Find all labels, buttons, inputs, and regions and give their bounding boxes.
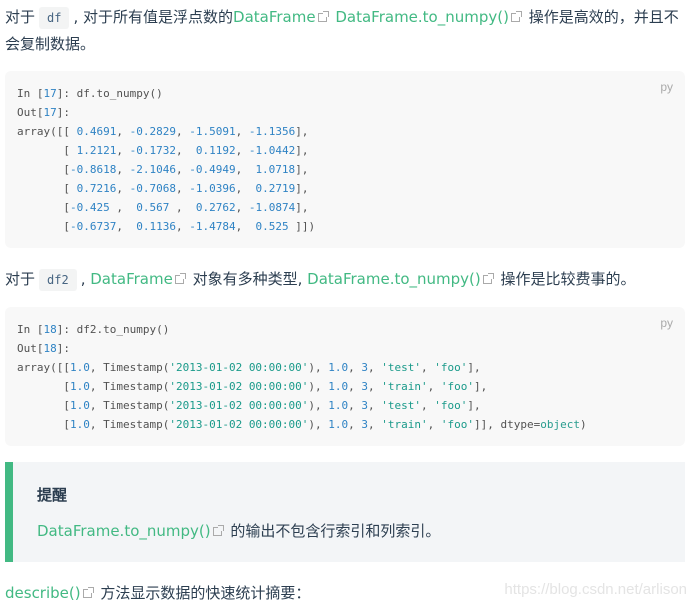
array-value: -0.1732 bbox=[129, 144, 176, 157]
array-value: -1.4784 bbox=[189, 220, 236, 233]
para2-mid2: 对象有多种类型, bbox=[192, 270, 308, 288]
link-dataframe[interactable]: DataFrame bbox=[90, 270, 173, 288]
external-link-icon bbox=[212, 525, 224, 536]
array-row: [1.0, Timestamp('2013-01-02 00:00:00'), … bbox=[17, 418, 587, 431]
external-link-icon bbox=[482, 273, 494, 284]
tip-text: 的输出不包含行索引和列索引。 bbox=[230, 522, 441, 540]
array-row: array([[ 0.4691, -0.2829, -1.5091, -1.13… bbox=[17, 125, 309, 138]
array-value: -0.2829 bbox=[129, 125, 176, 138]
external-link-icon bbox=[82, 587, 94, 598]
array-value: 0.2762 bbox=[195, 201, 236, 214]
array-value: -0.6737 bbox=[69, 220, 117, 233]
external-link-icon bbox=[510, 11, 522, 22]
array-row: array([[1.0, Timestamp('2013-01-02 00:00… bbox=[17, 361, 481, 374]
para2-suffix: 操作是比较费事的。 bbox=[500, 270, 636, 288]
array-row: [-0.6737, 0.1136, -1.4784, 0.525 ]]) bbox=[17, 220, 316, 233]
link-dataframe-to-numpy[interactable]: DataFrame.to_numpy() bbox=[335, 8, 509, 26]
external-link-icon bbox=[174, 273, 186, 284]
language-label: py bbox=[660, 80, 673, 94]
code-block-df2-to-numpy: py In [18]: df2.to_numpy() Out[18]: arra… bbox=[5, 307, 685, 446]
array-row: [-0.8618, -2.1046, -0.4949, 1.0718], bbox=[17, 163, 309, 176]
tip-body: DataFrame.to_numpy() 的输出不包含行索引和列索引。 bbox=[37, 520, 661, 542]
array-value: -2.1046 bbox=[129, 163, 176, 176]
array-output: array([[ 0.4691, -0.2829, -1.5091, -1.13… bbox=[17, 125, 315, 233]
array-value: 0.567 bbox=[136, 201, 170, 214]
para2-mid: , bbox=[80, 270, 91, 288]
array-row: [-0.425 , 0.567 , 0.2762, -1.0874], bbox=[17, 201, 309, 214]
watermark: https://blog.csdn.net/arlison bbox=[504, 581, 687, 598]
array-value: -1.1356 bbox=[248, 125, 296, 138]
array-value: 0.2719 bbox=[255, 182, 296, 195]
array-value: 1.2121 bbox=[76, 144, 117, 157]
array-row: [ 0.7216, -0.7068, -1.0396, 0.2719], bbox=[17, 182, 309, 195]
para3-text: 方法显示数据的快速统计摘要： bbox=[100, 584, 311, 602]
array-value: -1.0874 bbox=[248, 201, 296, 214]
array-value: -1.5091 bbox=[189, 125, 236, 138]
para1-prefix: 对于 bbox=[5, 8, 36, 26]
array-value: 1.0718 bbox=[255, 163, 296, 176]
array-value: 0.7216 bbox=[76, 182, 117, 195]
code-content: In [18]: df2.to_numpy() Out[18]: array([… bbox=[17, 323, 587, 431]
link-dataframe-to-numpy[interactable]: DataFrame.to_numpy() bbox=[37, 522, 211, 540]
link-dataframe-to-numpy[interactable]: DataFrame.to_numpy() bbox=[307, 270, 481, 288]
array-row: [ 1.2121, -0.1732, 0.1192, -1.0442], bbox=[17, 144, 309, 157]
external-link-icon bbox=[317, 11, 329, 22]
array-row: [1.0, Timestamp('2013-01-02 00:00:00'), … bbox=[17, 399, 481, 412]
array-value: -0.8618 bbox=[69, 163, 117, 176]
link-dataframe[interactable]: DataFrame bbox=[233, 8, 316, 26]
paragraph-df2-mixed: 对于 df2, DataFrame 对象有多种类型, DataFrame.to_n… bbox=[5, 266, 687, 293]
array-value: 0.4691 bbox=[76, 125, 117, 138]
tip-title: 提醒 bbox=[37, 486, 68, 504]
link-describe[interactable]: describe() bbox=[5, 584, 81, 602]
code-content: In [17]: df.to_numpy() Out[17]: array([[… bbox=[17, 87, 316, 233]
inline-code-df: df bbox=[39, 7, 70, 29]
array-value: -1.0396 bbox=[189, 182, 236, 195]
array-value: -1.0442 bbox=[248, 144, 296, 157]
array-row: [1.0, Timestamp('2013-01-02 00:00:00'), … bbox=[17, 380, 488, 393]
paragraph-df-float: 对于 df, 对于所有值是浮点数的DataFrame DataFrame.to_n… bbox=[5, 4, 687, 57]
inline-code-df2: df2 bbox=[39, 269, 77, 291]
array-value: 0.1192 bbox=[195, 144, 236, 157]
array-value: -0.425 bbox=[69, 201, 110, 214]
array-value: -0.7068 bbox=[129, 182, 176, 195]
array-value: 0.525 bbox=[255, 220, 289, 233]
para1-mid: , 对于所有值是浮点数的 bbox=[73, 8, 234, 26]
array-value: 0.1136 bbox=[136, 220, 176, 233]
code-block-df-to-numpy: py In [17]: df.to_numpy() Out[17]: array… bbox=[5, 71, 685, 248]
para2-prefix: 对于 bbox=[5, 270, 36, 288]
array-output: array([[1.0, Timestamp('2013-01-02 00:00… bbox=[17, 361, 587, 431]
array-value: -0.4949 bbox=[189, 163, 236, 176]
language-label: py bbox=[660, 316, 673, 330]
tip-box: 提醒 DataFrame.to_numpy() 的输出不包含行索引和列索引。 bbox=[5, 462, 685, 562]
